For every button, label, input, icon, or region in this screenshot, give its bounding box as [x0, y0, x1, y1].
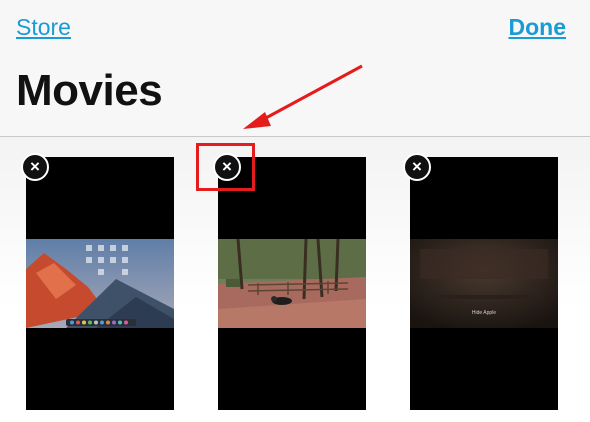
- done-button[interactable]: Done: [509, 14, 567, 41]
- annotation-highlight-box: [196, 143, 255, 191]
- delete-movie-3-button[interactable]: ×: [403, 153, 431, 181]
- movie-card-3[interactable]: Hide Apple: [410, 157, 558, 410]
- movie-card-2[interactable]: [218, 157, 366, 410]
- store-link[interactable]: Store: [16, 14, 71, 41]
- movie-thumbnail-park: [218, 239, 366, 328]
- close-icon: ×: [412, 157, 422, 176]
- movie-card-1[interactable]: [26, 157, 174, 410]
- close-icon: ×: [30, 157, 40, 176]
- navigation-header: Store Done Movies: [0, 0, 590, 137]
- page-title: Movies: [16, 66, 163, 115]
- movie-caption: Hide Apple: [471, 310, 497, 316]
- movie-thumbnail-desktop: [26, 239, 174, 328]
- movie-thumbnail-stage: Hide Apple: [410, 239, 558, 328]
- delete-movie-1-button[interactable]: ×: [21, 153, 49, 181]
